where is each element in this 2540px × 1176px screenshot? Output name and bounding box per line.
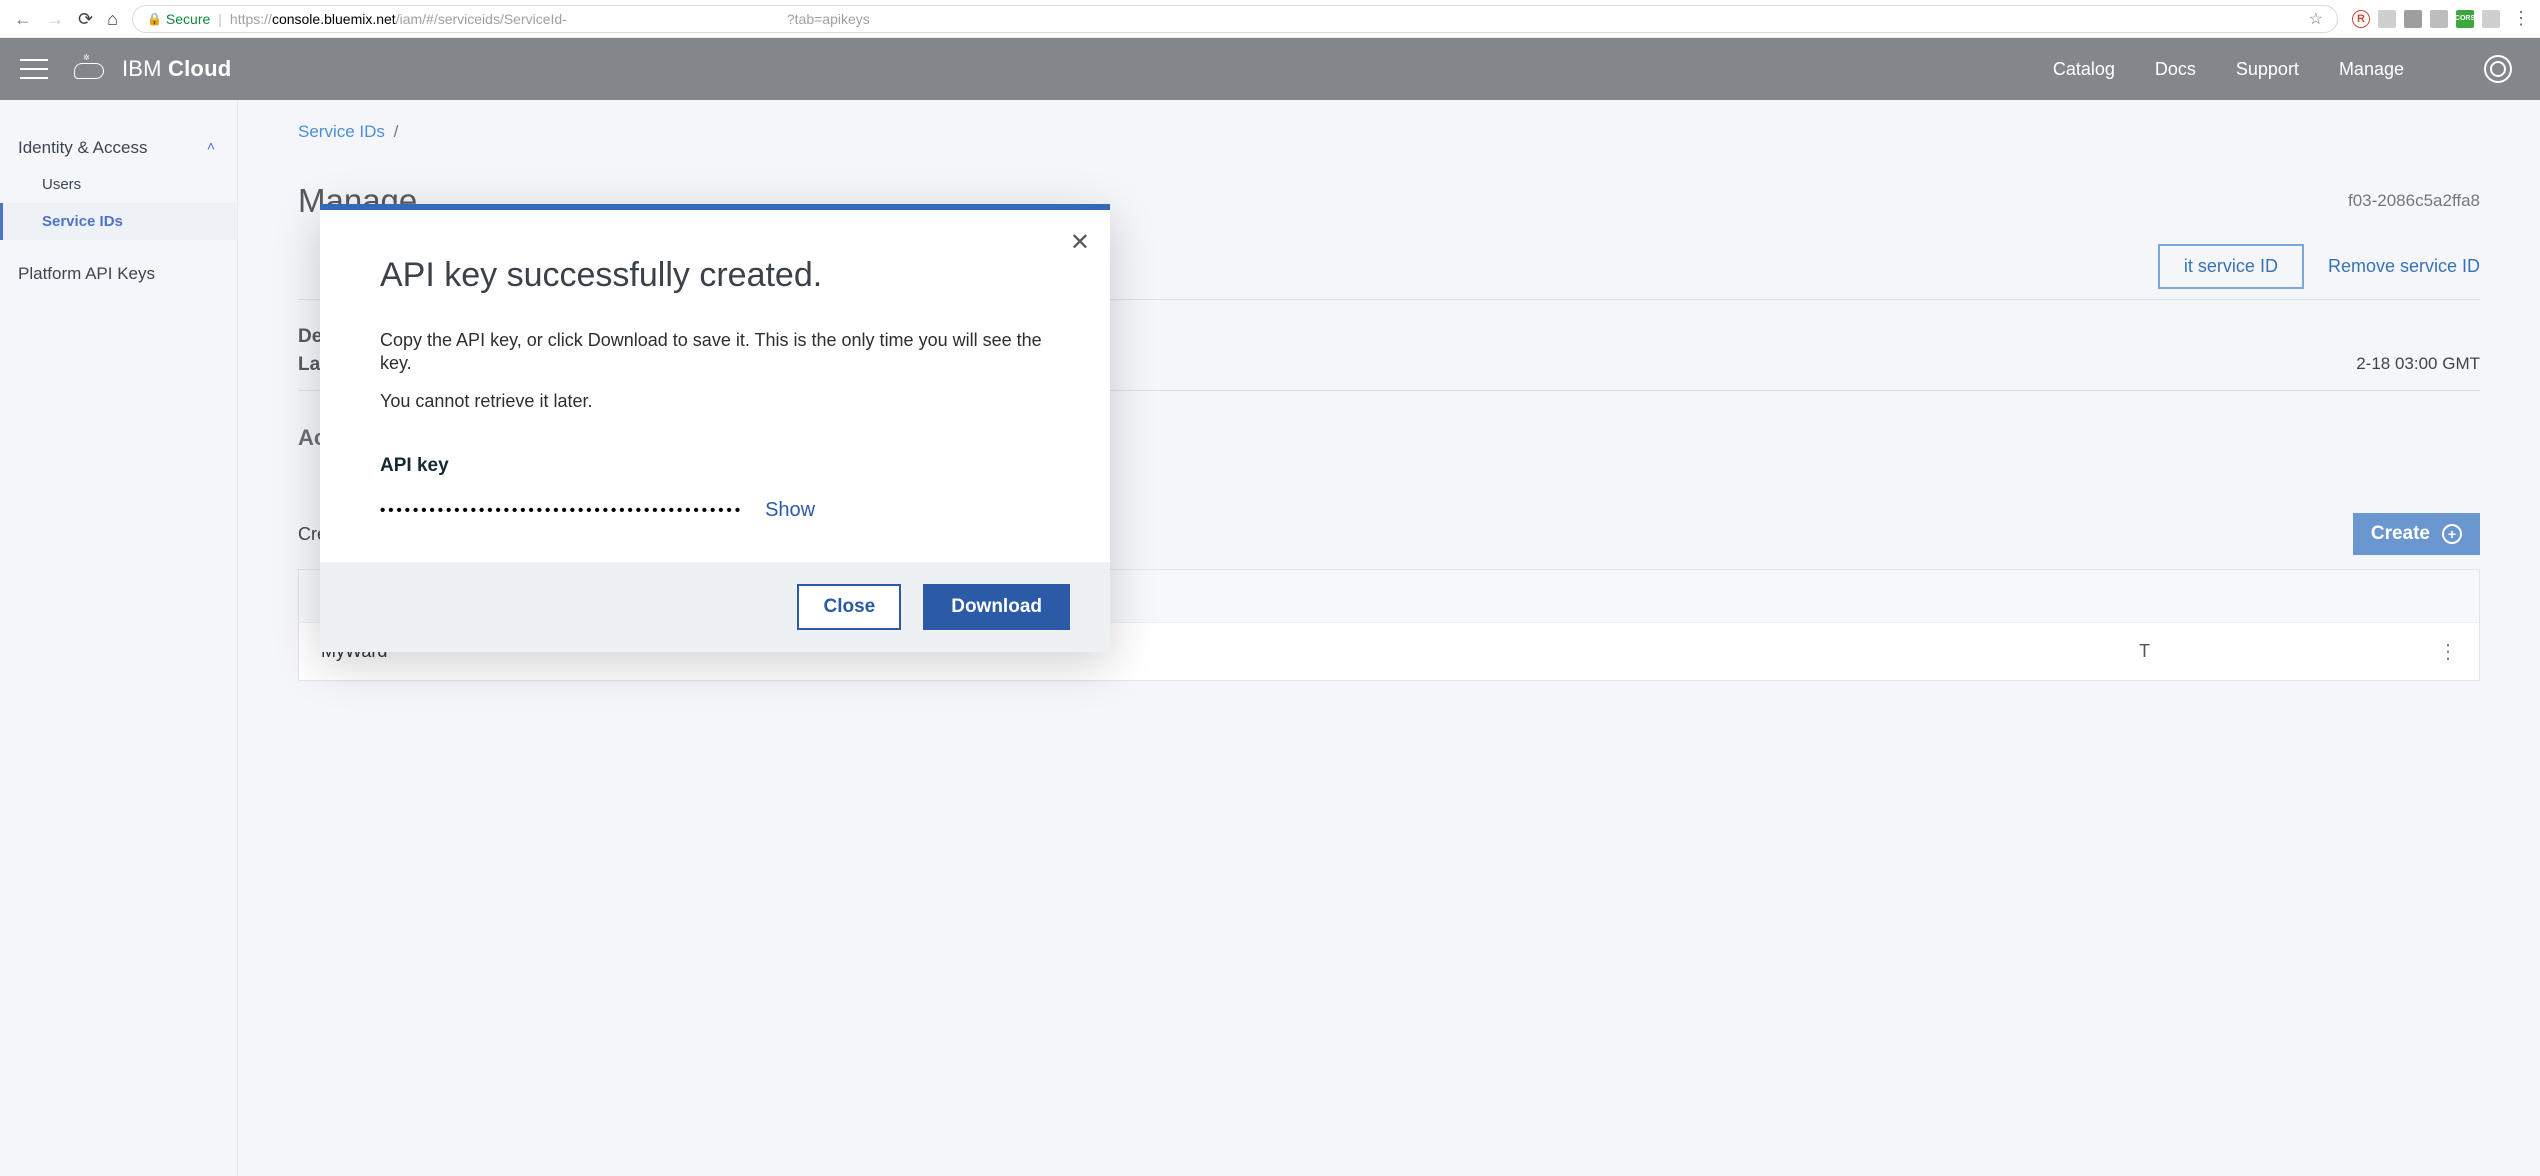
api-key-masked: ••••••••••••••••••••••••••••••••••••••••…	[380, 502, 743, 519]
modal-desc-2: You cannot retrieve it later.	[380, 390, 1050, 413]
menu-icon[interactable]	[20, 59, 48, 79]
api-key-label: API key	[380, 455, 1050, 477]
last-modified-value: 2-18 03:00 GMT	[2356, 354, 2480, 376]
secure-label: Secure	[166, 11, 210, 27]
ibm-cloud-logo-icon: ✲	[74, 55, 104, 79]
create-button[interactable]: Create +	[2353, 513, 2480, 555]
nav-catalog[interactable]: Catalog	[2053, 59, 2115, 80]
address-separator: |	[218, 11, 222, 27]
browser-menu-icon[interactable]: ⋮	[2508, 8, 2530, 29]
row-menu-icon[interactable]: ⋮	[2419, 639, 2479, 664]
nav-docs[interactable]: Docs	[2155, 59, 2196, 80]
remove-service-id-link[interactable]: Remove service ID	[2328, 244, 2480, 289]
lock-icon: 🔒	[147, 12, 162, 26]
close-icon[interactable]: ✕	[1070, 228, 1090, 257]
create-button-label: Create	[2371, 523, 2430, 545]
extension-icon-4[interactable]	[2430, 10, 2448, 28]
secure-indicator: 🔒 Secure	[147, 11, 210, 27]
bookmark-star-icon[interactable]: ☆	[2309, 9, 2323, 29]
extension-icon-cors[interactable]: CORS	[2456, 10, 2474, 28]
forward-icon[interactable]: →	[46, 10, 64, 28]
address-bar[interactable]: 🔒 Secure | https://console.bluemix.net/i…	[132, 5, 2338, 33]
chevron-up-icon: ˄	[207, 138, 215, 154]
download-button[interactable]: Download	[923, 584, 1070, 630]
app-header: ✲ IBM Cloud Catalog Docs Support Manage	[0, 38, 2540, 100]
nav-support[interactable]: Support	[2236, 59, 2299, 80]
sidebar-group-identity[interactable]: Identity & Access ˄	[0, 130, 237, 166]
sidebar-item-users[interactable]: Users	[0, 166, 237, 203]
reload-icon[interactable]: ⟳	[78, 10, 93, 28]
browser-chrome: ← → ⟳ ⌂ 🔒 Secure | https://console.bluem…	[0, 0, 2540, 38]
modal-title: API key successfully created.	[380, 256, 1050, 295]
breadcrumb[interactable]: Service IDs /	[298, 122, 2480, 142]
api-key-modal: ✕ API key successfully created. Copy the…	[320, 204, 1110, 652]
edit-service-id-button[interactable]: it service ID	[2158, 244, 2304, 289]
main-content: Service IDs / Manage f03-2086c5a2ffa8 it…	[238, 100, 2540, 1176]
home-icon[interactable]: ⌂	[107, 10, 118, 28]
plus-circle-icon: +	[2442, 524, 2462, 544]
browser-extensions: R CORS ⋮	[2352, 8, 2530, 29]
modal-desc-1: Copy the API key, or click Download to s…	[380, 329, 1050, 374]
extension-icon-5[interactable]	[2482, 10, 2500, 28]
service-id-suffix: f03-2086c5a2ffa8	[2348, 191, 2480, 211]
sidebar: Identity & Access ˄ Users Service IDs Pl…	[0, 100, 238, 1176]
sidebar-item-platform-api-keys[interactable]: Platform API Keys	[0, 240, 237, 294]
back-icon[interactable]: ←	[14, 10, 32, 28]
close-button[interactable]: Close	[797, 584, 901, 630]
extension-icon-2[interactable]	[2378, 10, 2396, 28]
sidebar-group-label: Identity & Access	[18, 138, 147, 158]
show-api-key-link[interactable]: Show	[765, 499, 815, 522]
extension-icon-1[interactable]: R	[2352, 10, 2370, 28]
extension-icon-3[interactable]	[2404, 10, 2422, 28]
header-nav: Catalog Docs Support Manage	[2053, 55, 2512, 83]
brand-text: IBM Cloud	[122, 56, 231, 82]
sidebar-item-service-ids[interactable]: Service IDs	[0, 203, 237, 240]
browser-nav: ← → ⟳ ⌂	[14, 10, 118, 28]
nav-manage[interactable]: Manage	[2339, 59, 2404, 80]
user-avatar-icon[interactable]	[2484, 55, 2512, 83]
table-cell-right: T	[2139, 641, 2419, 662]
url-text: https://console.bluemix.net/iam/#/servic…	[230, 11, 2301, 27]
